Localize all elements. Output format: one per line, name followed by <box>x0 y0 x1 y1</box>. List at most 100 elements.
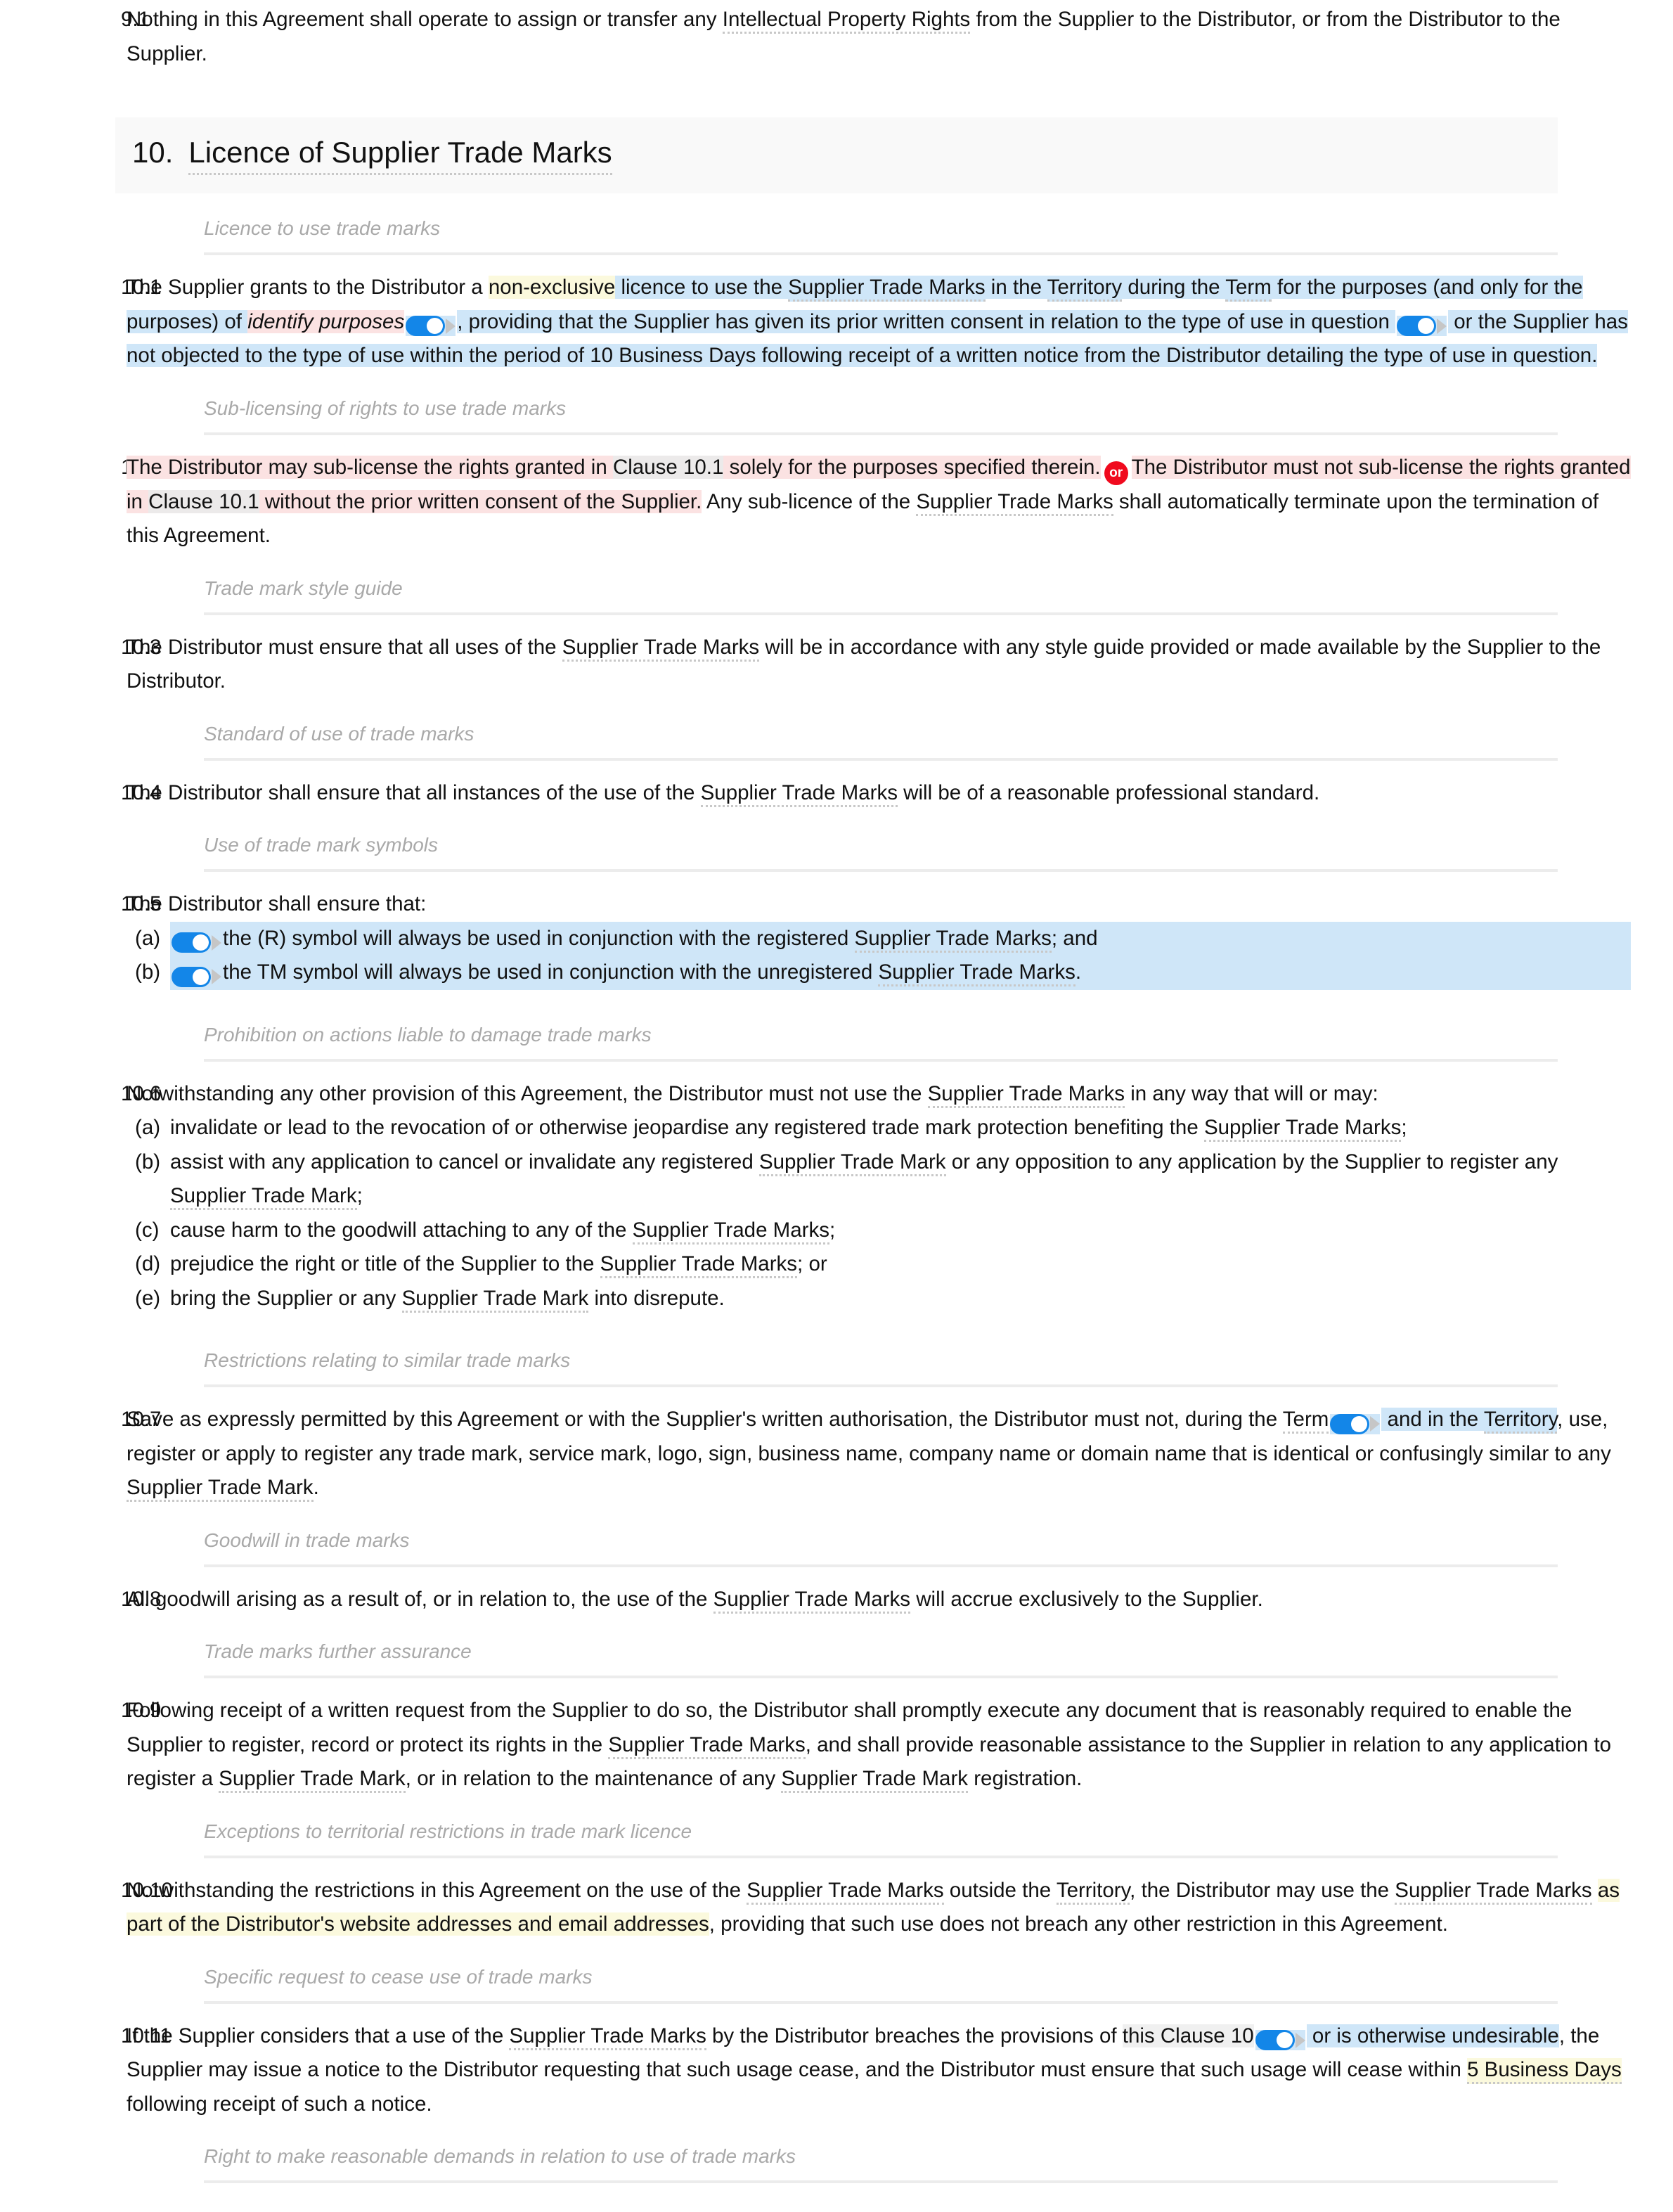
subheading-label: Specific request to cease use of trade m… <box>204 1965 593 1988</box>
text-run: by the Distributor breaches the provisio… <box>706 2024 1123 2047</box>
toggle-on-icon[interactable] <box>406 316 456 337</box>
defined-term-supplier-trade-marks[interactable]: Supplier Trade Marks <box>878 960 1076 986</box>
text-run: outside the <box>943 1878 1057 1902</box>
list-marker: (a) <box>135 926 161 950</box>
divider <box>204 1058 1558 1062</box>
subheading-block-goodwill: Goodwill in trade marks <box>204 1505 1558 1567</box>
divider <box>204 1564 1558 1567</box>
defined-term-supplier-trade-mark[interactable]: Supplier Trade Mark <box>170 1184 357 1210</box>
defined-term-supplier-trade-mark[interactable]: Supplier Trade Mark <box>219 1767 406 1793</box>
divider <box>204 869 1558 872</box>
clause-text: The Distributor must ensure that all use… <box>121 631 1645 699</box>
defined-term-supplier-trade-marks[interactable]: Supplier Trade Marks <box>788 276 986 302</box>
list-item: (b) the TM symbol will always be used in… <box>127 956 1631 990</box>
defined-term-supplier-trade-marks[interactable]: Supplier Trade Marks <box>713 1587 911 1614</box>
clause-text: Nothing in this Agreement shall operate … <box>121 3 1645 71</box>
clause-10-2: 10.2 The Distributor may sub-license the… <box>0 451 1673 553</box>
subheading-block-symbols: Use of trade mark symbols <box>204 810 1558 872</box>
cross-reference-clause-10-1[interactable]: Clause 10.1 <box>148 489 259 513</box>
defined-term-supplier-trade-mark[interactable]: Supplier Trade Mark <box>127 1476 314 1502</box>
defined-term-supplier-trade-marks[interactable]: Supplier Trade Marks <box>916 489 1113 516</box>
toggle-on-icon[interactable] <box>1330 1413 1381 1434</box>
text-run: , or in relation to the maintenance of a… <box>405 1767 782 1790</box>
clause-10-8: 10.8 All goodwill arising as a result of… <box>0 1583 1673 1617</box>
list-item-text: the (R) symbol will always be used in co… <box>170 921 1631 956</box>
text-run: in any way that will or may: <box>1125 1081 1378 1105</box>
divider <box>204 2000 1558 2004</box>
highlight-non-exclusive[interactable]: non-exclusive <box>488 276 616 299</box>
defined-term-intellectual-property-rights[interactable]: Intellectual Property Rights <box>722 8 971 34</box>
defined-term-supplier-trade-marks[interactable]: Supplier Trade Marks <box>700 780 898 807</box>
text-run: Notwithstanding any other provision of t… <box>127 1081 928 1105</box>
defined-term-supplier-trade-marks[interactable]: Supplier Trade Marks <box>854 926 1052 953</box>
clause-text: The Supplier grants to the Distributor a… <box>121 271 1645 373</box>
defined-term-supplier-trade-marks[interactable]: Supplier Trade Marks <box>608 1732 806 1759</box>
subheading-block-territorial-exceptions: Exceptions to territorial restrictions i… <box>204 1796 1558 1858</box>
text-run: in the <box>985 276 1047 299</box>
defined-term-supplier-trade-marks[interactable]: Supplier Trade Marks <box>1203 1116 1402 1142</box>
clause-number: 10.10 <box>121 1878 173 1902</box>
defined-term-supplier-trade-marks[interactable]: Supplier Trade Marks <box>562 635 760 662</box>
cross-reference-clause-10-1[interactable]: Clause 10.1 <box>612 455 724 479</box>
defined-term-term[interactable]: Term <box>1282 1408 1329 1434</box>
defined-term-supplier-trade-marks[interactable]: Supplier Trade Marks <box>1395 1878 1592 1905</box>
text-run: ; or <box>797 1252 827 1275</box>
divider <box>204 2180 1558 2183</box>
subheading-label: Right to make reasonable demands in rela… <box>204 2145 796 2167</box>
divider <box>204 612 1558 615</box>
clause-9-1: 9.1 Nothing in this Agreement shall oper… <box>0 3 1673 71</box>
divider <box>204 1676 1558 1678</box>
subheading-block-reasonable-demands: Right to make reasonable demands in rela… <box>204 2121 1558 2183</box>
subheading-block-licence-to-use: Licence to use trade marks <box>204 193 1558 255</box>
text-run: All goodwill arising as a result of, or … <box>127 1587 713 1611</box>
cross-reference-this-clause-10[interactable]: this Clause 10 <box>1122 2024 1254 2047</box>
placeholder-identify-purposes[interactable]: identify purposes <box>247 309 405 333</box>
divider <box>204 757 1558 761</box>
defined-term-supplier-trade-marks[interactable]: Supplier Trade Marks <box>632 1218 829 1245</box>
text-run: or any opposition to any application by … <box>945 1150 1558 1173</box>
divider <box>204 252 1558 255</box>
defined-term-territory[interactable]: Territory <box>1483 1408 1558 1434</box>
text-run: solely for the purposes specified therei… <box>723 455 1101 479</box>
toggle-on-icon[interactable] <box>1397 316 1447 337</box>
defined-term-supplier-trade-mark[interactable]: Supplier Trade Mark <box>401 1286 589 1313</box>
text-run: . <box>1075 960 1082 984</box>
defined-term-supplier-trade-marks[interactable]: Supplier Trade Marks <box>600 1252 798 1278</box>
clause-lead-text: Notwithstanding any other provision of t… <box>127 1077 1631 1112</box>
text-run: bring the Supplier or any <box>170 1286 402 1310</box>
text-run <box>1592 1879 1598 1902</box>
subheading-label: Sub-licensing of rights to use trade mar… <box>204 397 567 419</box>
list-marker: (b) <box>135 1150 161 1173</box>
or-connector-badge[interactable]: or <box>1104 461 1128 485</box>
toggle-on-icon[interactable] <box>172 966 221 987</box>
clause-10-7: 10.7 Save as expressly permitted by this… <box>0 1403 1673 1505</box>
text-run: The Distributor may sub-license the righ… <box>127 455 613 479</box>
clause-text: The Distributor shall ensure that all in… <box>121 776 1645 811</box>
text-run: and in the <box>1381 1408 1484 1431</box>
clause-number: 10.6 <box>121 1081 162 1105</box>
defined-term-territory[interactable]: Territory <box>1047 276 1123 302</box>
defined-term-supplier-trade-marks[interactable]: Supplier Trade Marks <box>927 1081 1125 1108</box>
text-run: ; <box>356 1184 363 1207</box>
defined-term-term[interactable]: Term <box>1225 276 1272 302</box>
list-item-text: invalidate or lead to the revocation of … <box>170 1111 1631 1145</box>
list-item: (a) the (R) symbol will always be used i… <box>127 921 1631 956</box>
defined-term-supplier-trade-marks[interactable]: Supplier Trade Marks <box>509 2024 706 2050</box>
clause-number: 10.2 <box>0 451 161 485</box>
text-run: Any sub-licence of the <box>702 489 917 513</box>
toggle-on-icon[interactable] <box>1255 2030 1305 2051</box>
sub-list: (a) the (R) symbol will always be used i… <box>127 921 1631 990</box>
defined-term-supplier-trade-mark[interactable]: Supplier Trade Mark <box>758 1150 946 1176</box>
subheading-block-further-assurance: Trade marks further assurance <box>204 1616 1558 1678</box>
subheading-block-standard-of-use: Standard of use of trade marks <box>204 699 1558 761</box>
clause-number: 10.5 <box>121 892 162 915</box>
highlight-5-business-days[interactable]: 5 Business Days <box>1467 2058 1622 2084</box>
subheading-label: Prohibition on actions liable to damage … <box>204 1023 652 1046</box>
text-run: into disrepute. <box>588 1286 725 1310</box>
subheading-label: Use of trade mark symbols <box>204 834 438 856</box>
defined-term-supplier-trade-marks[interactable]: Supplier Trade Marks <box>747 1878 944 1905</box>
text-run: licence to use the <box>615 276 789 299</box>
toggle-on-icon[interactable] <box>172 932 221 953</box>
defined-term-territory[interactable]: Territory <box>1056 1878 1130 1905</box>
defined-term-supplier-trade-mark[interactable]: Supplier Trade Mark <box>781 1767 969 1793</box>
